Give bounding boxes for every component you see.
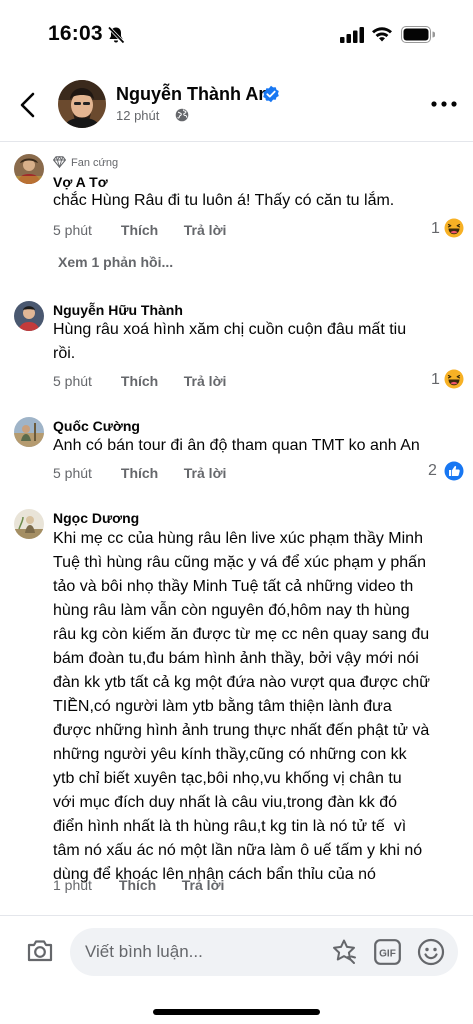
comment-input-placeholder: Viết bình luận... <box>85 942 203 961</box>
commenter-avatar[interactable] <box>14 509 44 539</box>
haha-icon <box>444 218 464 238</box>
signal-icon <box>340 27 364 43</box>
reply-button[interactable]: Trả lời <box>184 222 227 238</box>
home-indicator <box>153 1009 320 1015</box>
more-options-icon[interactable] <box>430 94 458 114</box>
gif-icon[interactable]: GIF <box>374 939 401 965</box>
emoji-icon[interactable] <box>417 938 445 966</box>
commenter-avatar[interactable] <box>14 417 44 447</box>
status-bar: 16:03 <box>0 0 473 70</box>
comment-text: chắc Hùng Râu đi tu luôn á! Thấy có căn … <box>53 192 395 209</box>
header-divider <box>0 141 473 142</box>
svg-text:GIF: GIF <box>379 949 396 960</box>
bell-off-icon <box>107 26 125 44</box>
reaction-count[interactable]: 2 <box>428 462 437 480</box>
comment-text: Hùng râu xoá hình xăm chị cuồn cuộn đâu … <box>53 321 407 362</box>
comment-text: Khi mẹ cc của hùng râu lên live xúc phạm… <box>53 530 430 883</box>
reply-button[interactable]: Trả lời <box>182 877 225 893</box>
comment-text: Anh có bán tour đi ân độ tham quan TMT k… <box>53 437 420 454</box>
reply-button[interactable]: Trả lời <box>184 373 227 389</box>
commenter-name[interactable]: Vợ A Tơ <box>53 174 108 190</box>
top-fan-badge: Fan cứng <box>53 156 118 169</box>
battery-icon <box>401 26 435 43</box>
view-replies-link[interactable]: Xem 1 phản hồi... <box>58 254 173 270</box>
status-time: 16:03 <box>48 22 103 45</box>
verified-badge-icon <box>263 85 279 103</box>
like-button[interactable]: Thích <box>121 373 180 389</box>
post-header: Nguyễn Thành An 12 phút <box>0 72 473 142</box>
avatar-sticker-icon[interactable] <box>330 938 358 966</box>
reaction-count[interactable]: 1 <box>431 371 440 389</box>
comment-actions: 5 phút Thích Trả lời <box>53 373 226 389</box>
reaction-count[interactable]: 1 <box>431 220 440 238</box>
haha-icon <box>444 369 464 389</box>
comment-actions: 5 phút Thích Trả lời <box>53 222 226 238</box>
commenter-avatar[interactable] <box>14 154 44 184</box>
comment-time: 5 phút <box>53 465 92 481</box>
comment-time: 5 phút <box>53 373 92 389</box>
comment-actions: 5 phút Thích Trả lời <box>53 465 226 481</box>
comment-time: 5 phút <box>53 222 92 238</box>
author-name[interactable]: Nguyễn Thành An <box>116 84 269 105</box>
like-button[interactable]: Thích <box>119 877 178 893</box>
composer-divider <box>0 915 473 916</box>
comment-actions: 1 phút Thích Trả lời <box>53 877 224 893</box>
commenter-name[interactable]: Nguyễn Hữu Thành <box>53 302 183 318</box>
author-avatar[interactable] <box>58 80 106 128</box>
like-reaction-icon <box>444 461 464 481</box>
like-button[interactable]: Thích <box>121 465 180 481</box>
diamond-icon <box>53 156 66 168</box>
like-button[interactable]: Thích <box>121 222 180 238</box>
commenter-name[interactable]: Ngọc Dương <box>53 510 139 526</box>
reply-button[interactable]: Trả lời <box>184 465 227 481</box>
badge-label: Fan cứng <box>71 157 119 169</box>
globe-icon <box>175 108 189 122</box>
camera-icon[interactable] <box>26 938 54 964</box>
wifi-icon <box>372 27 392 42</box>
comment-time: 1 phút <box>53 877 92 893</box>
post-time: 12 phút <box>116 108 160 123</box>
commenter-avatar[interactable] <box>14 301 44 331</box>
back-chevron-icon[interactable] <box>16 90 40 120</box>
commenter-name[interactable]: Quốc Cường <box>53 418 140 434</box>
